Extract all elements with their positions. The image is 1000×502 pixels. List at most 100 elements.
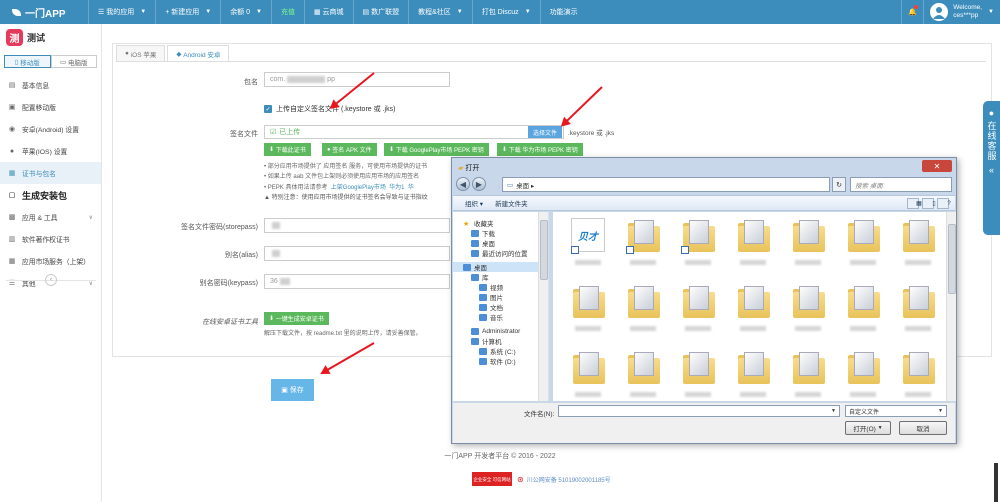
- tree-scrollbar[interactable]: [538, 212, 548, 401]
- folder-icon[interactable]: [844, 350, 882, 388]
- brand-logo[interactable]: 一门APP: [0, 5, 88, 20]
- folder-icon[interactable]: [734, 350, 772, 388]
- redacted-filename: [740, 392, 766, 397]
- files-scrollbar-thumb[interactable]: [948, 224, 956, 294]
- view-mode-button[interactable]: ▦: [907, 198, 922, 209]
- folder-icon[interactable]: [734, 218, 772, 256]
- nav-cloud-store[interactable]: ▦ 云商城: [303, 0, 353, 24]
- nav-recharge[interactable]: 充值: [270, 0, 304, 24]
- download-huawei-pepk-button[interactable]: ⬇ 下载 华为市场 PEPK 密钥: [497, 143, 583, 156]
- tab-desktop[interactable]: ▭ 电脑版: [50, 55, 97, 68]
- folder-icon[interactable]: [789, 350, 827, 388]
- notification-bell[interactable]: 🔔: [901, 0, 923, 24]
- pepk-link-other[interactable]: 华: [408, 185, 414, 191]
- redacted-filename: [905, 326, 931, 331]
- folder-icon[interactable]: [624, 350, 662, 388]
- filetype-select[interactable]: 自定义文件 ▼: [845, 405, 947, 417]
- sidebar-item-copyright[interactable]: ▥ 软件著作权证书: [0, 228, 101, 250]
- tree-item[interactable]: 最近访问的位置: [453, 248, 548, 258]
- tree-item[interactable]: 库: [453, 272, 548, 282]
- sidebar-item-basic-info[interactable]: ▤ 基本信息: [0, 74, 101, 96]
- sidebar-item-build[interactable]: ▢ 生成安装包: [0, 184, 101, 206]
- folder-icon[interactable]: [679, 218, 717, 256]
- nav-new-app[interactable]: + 新建应用 ▼: [155, 0, 220, 24]
- folder-icon[interactable]: [844, 218, 882, 256]
- user-menu[interactable]: Welcome, ces***pp ▼: [923, 0, 1000, 24]
- folder-icon[interactable]: [679, 284, 717, 322]
- sidebar-item-market[interactable]: ▦ 应用市场服务（上架）: [0, 250, 101, 272]
- forward-button[interactable]: ▶: [472, 177, 486, 191]
- address-bar[interactable]: ▭ 桌面 ▸: [502, 177, 830, 192]
- tree-item[interactable]: 桌面: [453, 262, 548, 272]
- folder-icon[interactable]: [789, 218, 827, 256]
- alias-input[interactable]: [264, 246, 450, 261]
- tree-item[interactable]: 文档: [453, 302, 548, 312]
- download-googleplay-pepk-button[interactable]: ⬇ 下载 GooglePlay市场 PEPK 密钥: [384, 143, 489, 156]
- customer-service-tab[interactable]: ● 在线客服 «: [983, 101, 1000, 235]
- beian-logo[interactable]: 企业安全 可信网站: [472, 472, 512, 486]
- search-input[interactable]: 搜索 桌面: [850, 177, 952, 192]
- nav-ad-alliance[interactable]: ▤ 数广联盟: [352, 0, 409, 24]
- storepass-input[interactable]: [264, 218, 450, 233]
- folder-icon[interactable]: 贝才: [569, 218, 607, 256]
- tab-android[interactable]: ◆ Android 安卓: [167, 45, 230, 61]
- upload-custom-checkbox[interactable]: ✓: [264, 105, 272, 113]
- tree-scrollbar-thumb[interactable]: [540, 220, 548, 280]
- folder-icon[interactable]: [899, 350, 937, 388]
- folder-icon[interactable]: [844, 284, 882, 322]
- folder-icon[interactable]: [734, 284, 772, 322]
- nav-my-apps[interactable]: ☰ 我的应用 ▼: [88, 0, 155, 24]
- download-cert-button[interactable]: ⬇ 下载此证书: [264, 143, 311, 156]
- pepk-link-googleplay[interactable]: 上架GooglePlay市场: [331, 185, 386, 191]
- sidebar-item-apps-tools[interactable]: ▩ 应用 & 工具 ∨: [0, 206, 101, 228]
- sidebar-collapse-button[interactable]: ‹: [45, 274, 57, 286]
- tree-item[interactable]: ★ 收藏夹: [453, 218, 548, 229]
- folder-icon[interactable]: [624, 218, 662, 256]
- sidebar-item-config-mobile[interactable]: ▣ 配置移动版: [0, 96, 101, 118]
- nav-tutorial[interactable]: 教程&社区 ▼: [408, 0, 472, 24]
- generate-cert-button[interactable]: ⬇ 一键生成安卓证书: [264, 312, 329, 325]
- folder-icon[interactable]: [899, 218, 937, 256]
- cancel-button[interactable]: 取消: [899, 421, 947, 435]
- open-button[interactable]: 打开(O) ▼: [845, 421, 891, 435]
- tree-item[interactable]: 桌面: [453, 238, 548, 248]
- preview-pane-button[interactable]: ▯: [922, 198, 936, 209]
- files-scrollbar[interactable]: [946, 212, 956, 401]
- refresh-button[interactable]: ↻: [832, 177, 846, 192]
- nav-demo[interactable]: 功能演示: [539, 0, 587, 24]
- sidebar-item-certificate[interactable]: ▦ 证书与包名: [0, 162, 101, 184]
- dialog-close-button[interactable]: ✕: [922, 160, 952, 172]
- folder-icon[interactable]: [569, 350, 607, 388]
- beian-link[interactable]: 川公网安备 51019002001185号: [527, 475, 611, 484]
- tree-item[interactable]: 系统 (C:): [453, 346, 548, 356]
- sidebar-item-ios-settings[interactable]: ● 苹果(IOS) 设置: [0, 140, 101, 162]
- folder-icon[interactable]: [899, 284, 937, 322]
- save-button[interactable]: ▣ 保存: [271, 379, 314, 401]
- filename-input[interactable]: ▼: [558, 405, 840, 417]
- nav-balance[interactable]: 余额 0 ▼: [220, 0, 271, 24]
- tab-ios[interactable]: ● iOS 苹果: [116, 45, 166, 61]
- folder-icon[interactable]: [569, 284, 607, 322]
- tab-mobile[interactable]: ▯ 移动版: [4, 55, 51, 68]
- organize-button[interactable]: 组织 ▾: [465, 198, 483, 208]
- sidebar-item-android-settings[interactable]: ◉ 安卓(Android) 设置: [0, 118, 101, 140]
- tree-item[interactable]: 计算机: [453, 336, 548, 346]
- new-folder-button[interactable]: 新建文件夹: [495, 198, 528, 208]
- sign-apk-button[interactable]: ● 签名 APK 文件: [322, 143, 377, 156]
- tree-item[interactable]: 音乐: [453, 312, 548, 322]
- page-scrollbar[interactable]: [994, 463, 998, 502]
- nav-discuz[interactable]: 打包 Discuz ▼: [471, 0, 540, 24]
- folder-icon[interactable]: [624, 284, 662, 322]
- pepk-link-huawei[interactable]: 华为1: [389, 185, 404, 191]
- folder-icon[interactable]: [679, 350, 717, 388]
- tree-item[interactable]: 视频: [453, 282, 548, 292]
- folder-icon[interactable]: [789, 284, 827, 322]
- tree-item[interactable]: 图片: [453, 292, 548, 302]
- choose-file-button[interactable]: 选择文件: [528, 126, 562, 138]
- tree-item[interactable]: Administrator: [453, 326, 548, 336]
- help-button[interactable]: ?: [937, 198, 951, 209]
- tree-item[interactable]: 软件 (D:): [453, 356, 548, 366]
- tree-item[interactable]: 下载: [453, 228, 548, 238]
- keypass-input[interactable]: 36: [264, 274, 450, 289]
- back-button[interactable]: ◀: [456, 177, 470, 191]
